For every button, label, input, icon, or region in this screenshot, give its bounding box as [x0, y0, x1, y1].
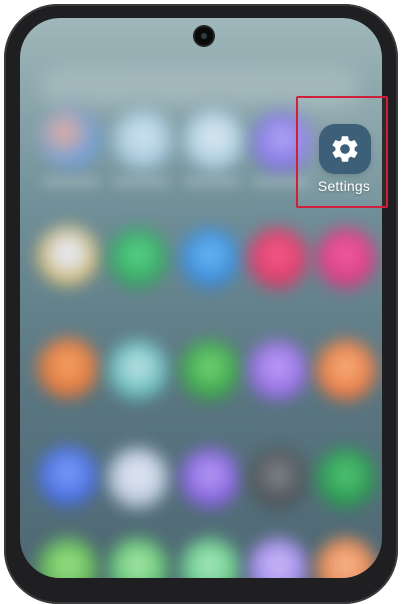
- blurred-app-icon[interactable]: [248, 228, 308, 288]
- blurred-app-icon[interactable]: [248, 448, 308, 508]
- settings-app-label[interactable]: Settings: [300, 178, 388, 194]
- gear-icon: [332, 136, 358, 162]
- blurred-app-icon[interactable]: [38, 338, 98, 398]
- blurred-app-icon[interactable]: [180, 538, 240, 578]
- blurred-app-icon[interactable]: [316, 228, 376, 288]
- blurred-app-label: [42, 178, 100, 186]
- blurred-app-icon[interactable]: [108, 448, 168, 508]
- blurred-app-icon[interactable]: [184, 110, 244, 170]
- blurred-app-label: [112, 178, 170, 186]
- blurred-app-icon[interactable]: [180, 340, 240, 400]
- blurred-app-icon[interactable]: [40, 108, 100, 168]
- settings-app-icon[interactable]: [319, 124, 371, 174]
- blurred-app-icon[interactable]: [248, 340, 308, 400]
- front-camera: [195, 27, 213, 45]
- blurred-app-icon[interactable]: [113, 110, 173, 170]
- blurred-app-icon[interactable]: [316, 340, 376, 400]
- blurred-app-icon[interactable]: [108, 538, 168, 578]
- blurred-app-icon[interactable]: [316, 538, 376, 578]
- blurred-app-icon[interactable]: [108, 340, 168, 400]
- blurred-app-icon[interactable]: [180, 448, 240, 508]
- blurred-app-icon[interactable]: [38, 226, 98, 286]
- blurred-app-label: [183, 178, 241, 186]
- blurred-app-icon[interactable]: [108, 228, 168, 288]
- blurred-app-icon[interactable]: [316, 448, 376, 508]
- blurred-app-icon[interactable]: [38, 446, 98, 506]
- blurred-app-icon[interactable]: [248, 538, 308, 578]
- blurred-app-icon[interactable]: [180, 228, 240, 288]
- blurred-app-icon[interactable]: [38, 538, 98, 578]
